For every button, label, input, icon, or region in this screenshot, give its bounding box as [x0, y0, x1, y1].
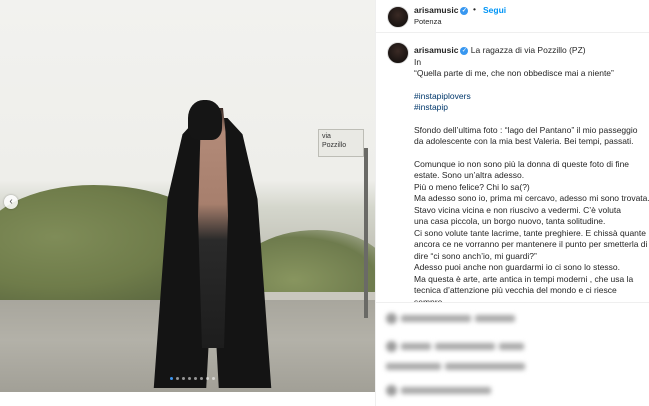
caption-line: Ma questa è arte, arte antica in tempi m… [414, 274, 639, 286]
blurred-avatar-icon [386, 385, 397, 396]
carousel-dot [176, 377, 179, 380]
comments-blurred [376, 302, 649, 406]
blurred-comment-row [386, 385, 495, 396]
hashtag-link[interactable]: #instapip [414, 102, 448, 112]
caption-username[interactable]: arisamusic [414, 45, 458, 55]
post-side-panel: arisamusic ✓ • Segui Potenza arisamusic ✓ … [375, 0, 649, 406]
caption-line: Comunque io non sono più la donna di que… [414, 159, 639, 171]
caption-line: estate. Sono un’altra adesso. [414, 170, 639, 182]
caption-line: Ci sono volute tante lacrime, tante preg… [414, 228, 646, 240]
caption-line: Più o meno felice? Chi lo sa(?) [414, 182, 639, 194]
caption-line: #instapiplovers [414, 91, 639, 103]
blurred-text [386, 363, 441, 370]
caption-text: tecnica d’attenzione più vecchia del mon… [414, 285, 617, 295]
caption-line: da adolescente con la mia best Valeria. … [414, 136, 639, 148]
carousel-dot [206, 377, 209, 380]
figure-veil [188, 100, 222, 140]
caption-line: tecnica d’attenzione più vecchia del mon… [414, 285, 639, 297]
blurred-comment-row [386, 341, 528, 352]
street-sign: via Pozzillo [318, 129, 364, 157]
carousel-dot [188, 377, 191, 380]
caption-text: ancora ce ne vorranno per mantenere il p… [414, 239, 648, 249]
caption-line: In [414, 57, 639, 69]
low-wall [255, 292, 375, 300]
verified-icon: ✓ [460, 6, 469, 15]
caption-text: dire “ci sono anch’io, mi guardi?” [414, 250, 537, 261]
caption-text: estate. Sono un’altra adesso. [414, 170, 525, 180]
carousel-dot [170, 377, 173, 380]
caption-text: una casa piccola, un borgo nuovo, tanta … [414, 216, 606, 226]
caption-text: Ma adesso sono io, prima mi cercavo, ade… [414, 193, 649, 203]
blurred-text [499, 343, 524, 350]
blurred-avatar-icon [386, 341, 397, 352]
caption-text: Stavo vicina vicina e non riuscivo a ved… [414, 204, 621, 215]
blurred-text [401, 343, 431, 350]
location-link[interactable]: Potenza [414, 17, 442, 26]
caption-text: Comunque io non sono più la donna di que… [414, 158, 630, 169]
caption-first-line: arisamusic ✓ La ragazza di via Pozzillo (… [414, 45, 639, 57]
caption-text: Ci sono volute tante lacrime, tante preg… [414, 227, 646, 238]
carousel-dots [170, 377, 215, 380]
blurred-comment-row [386, 363, 529, 370]
carousel-dot [182, 377, 185, 380]
carousel-prev-button[interactable]: ‹ [4, 195, 18, 209]
follow-button[interactable]: Segui [483, 5, 506, 15]
caption-text: Ma questa è arte, arte antica in tempi m… [414, 273, 634, 284]
avatar[interactable] [387, 6, 409, 28]
caption-text: La ragazza di via Pozzillo (PZ) [470, 45, 586, 55]
caption-text: In [414, 56, 422, 67]
carousel-dot [200, 377, 203, 380]
street-sign-text: via Pozzillo [322, 133, 347, 149]
hashtag-link[interactable]: #instapiplovers [414, 91, 471, 101]
header-username[interactable]: arisamusic ✓ [414, 5, 469, 15]
caption-text: Più o meno felice? Chi lo sa(?) [414, 181, 530, 192]
blurred-avatar-icon [386, 313, 397, 324]
caption-text: “Quella parte di me, che non obbedisce m… [414, 68, 614, 78]
caption-line: #instapip [414, 102, 639, 114]
caption-line: una casa piccola, un borgo nuovo, tanta … [414, 216, 639, 228]
caption: arisamusic ✓ La ragazza di via Pozzillo (… [376, 33, 649, 320]
caption-text: da adolescente con la mia best Valeria. … [414, 136, 634, 146]
sign-pole [364, 148, 368, 318]
caption-avatar[interactable] [387, 42, 409, 64]
caption-line: Stavo vicina vicina e non riuscivo a ved… [414, 205, 639, 217]
caption-line: ancora ce ne vorranno per mantenere il p… [414, 239, 647, 251]
blurred-text [475, 315, 515, 322]
carousel-dot [212, 377, 215, 380]
carousel-dot [194, 377, 197, 380]
blurred-text [435, 343, 495, 350]
caption-line: Adesso puoi anche non guardarmi io ci so… [414, 262, 639, 274]
blurred-text [401, 387, 491, 394]
blurred-text [445, 363, 525, 370]
caption-line: “Quella parte di me, che non obbedisce m… [414, 68, 639, 80]
post-photo: via Pozzillo ‹ [0, 0, 375, 392]
post-header: arisamusic ✓ • Segui Potenza [376, 0, 649, 33]
blurred-text [401, 315, 471, 322]
header-username-text[interactable]: arisamusic [414, 5, 458, 15]
caption-line: dire “ci sono anch’io, mi guardi?” [414, 251, 639, 263]
verified-icon: ✓ [460, 46, 469, 55]
caption-text: Sfondo dell’ultima foto : “lago del Pant… [414, 124, 638, 135]
caption-line: Ma adesso sono io, prima mi cercavo, ade… [414, 193, 649, 205]
caption-text: Adesso puoi anche non guardarmi io ci so… [414, 262, 621, 272]
blurred-comment-row [386, 313, 519, 324]
caption-line: Sfondo dell’ultima foto : “lago del Pant… [414, 125, 639, 137]
chevron-left-icon: ‹ [9, 196, 13, 207]
header-separator: • [473, 4, 476, 14]
